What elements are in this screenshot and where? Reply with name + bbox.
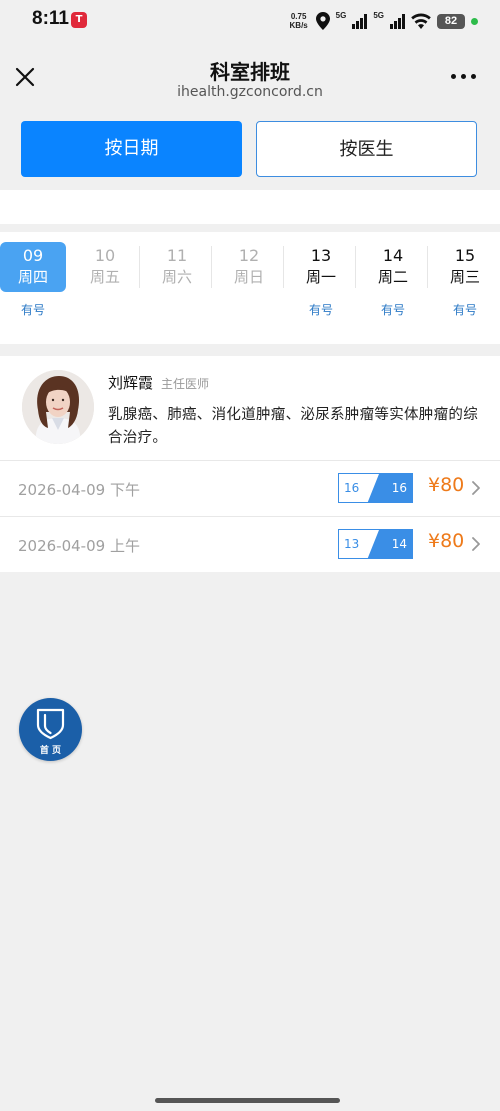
slot-total: 14 [391,537,407,551]
network-speed: 0.75 KB/s [288,12,310,30]
date-weekday: 周日 [233,268,264,286]
view-mode-tabs: 按日期 按医生 [0,108,500,190]
slot-price: ¥80 [428,474,465,496]
doctor-avatar[interactable] [22,370,94,444]
status-bar: 8:11 T 0.75 KB/s 5G 5G 82 [0,0,500,42]
home-button[interactable]: 首 页 [19,698,82,761]
slot-price: ¥80 [428,530,465,552]
tab-by-doctor[interactable]: 按医生 [256,121,477,177]
schedule-slot[interactable]: 2026-04-09 下午 16 16 ¥80 [0,460,500,516]
page-url: ihealth.gzconcord.cn [177,84,323,100]
date-weekday: 周四 [17,268,48,286]
date-item[interactable]: 09 周四有号 [0,242,66,322]
date-item: 11 周六 [144,242,210,322]
date-weekday: 周五 [89,268,120,286]
blank-strip [0,190,500,224]
date-item-box: 11 周六 [144,242,210,292]
wifi-icon [411,13,431,29]
sim2-network-label: 5G [373,10,384,20]
slot-remaining: 16 [344,481,360,495]
slot-quota-badge: 13 14 [338,529,413,559]
date-day-number: 11 [166,246,188,265]
date-availability: 有号 [452,303,477,317]
date-separator [355,246,356,288]
date-day-number: 14 [382,246,404,265]
schedule-slot[interactable]: 2026-04-09 上午 13 14 ¥80 [0,516,500,572]
date-separator [139,246,140,288]
date-item-box: 12 周日 [216,242,282,292]
slot-remaining: 13 [344,537,360,551]
date-weekday: 周六 [161,268,192,286]
network-speed-unit: KB/s [289,21,308,30]
battery-icon: 82 [437,13,465,29]
date-weekday: 周二 [377,268,408,286]
date-item-box: 09 周四 [0,242,66,292]
date-item[interactable]: 14 周二有号 [360,242,426,322]
date-selector: 09 周四有号 10 周五 11 周六 12 周日 13 周一有号 14 周二有号 15 周三有号 [0,232,500,344]
doctor-title: 主任医师 [161,377,210,391]
slot-datetime: 2026-04-09 上午 [18,537,140,555]
date-item-box: 13 周一 [288,242,354,292]
signal-bars-sim1-icon [352,13,368,29]
date-availability: 有号 [308,303,333,317]
date-item-box: 15 周三 [432,242,498,292]
home-button-label: 首 页 [39,746,62,756]
page-title: 科室排班 [210,60,290,84]
more-options-icon[interactable] [451,74,476,79]
date-day-number: 10 [94,246,116,265]
date-separator [283,246,284,288]
home-indicator [155,1098,340,1103]
date-day-number: 15 [454,246,476,265]
doctor-description: 乳腺癌、肺癌、消化道肿瘤、泌尿系肿瘤等实体肿瘤的综合治疗。 [108,407,478,446]
date-item[interactable]: 13 周一有号 [288,242,354,322]
date-availability: 有号 [380,303,405,317]
slot-datetime: 2026-04-09 下午 [18,481,140,499]
sim1-network-label: 5G [335,10,347,20]
nav-bar: 科室排班 ihealth.gzconcord.cn [0,42,500,108]
date-availability: 有号 [20,303,45,317]
date-item: 10 周五 [72,242,138,322]
date-separator [427,246,428,288]
date-item: 12 周日 [216,242,282,322]
notification-app-icon: T [71,12,87,28]
status-icons: 0.75 KB/s 5G 5G 82 [288,10,478,32]
date-separator [211,246,212,288]
doctor-card: 刘辉霞 主任医师 乳腺癌、肺癌、消化道肿瘤、泌尿系肿瘤等实体肿瘤的综合治疗。 2… [0,356,500,572]
date-item-box: 14 周二 [360,242,426,292]
status-time: 8:11 [32,8,69,29]
slot-quota-badge: 16 16 [338,473,413,503]
date-day-number: 13 [310,246,332,265]
shield-logo-icon [36,708,65,740]
slot-total: 16 [391,481,407,495]
chevron-right-icon [472,537,480,551]
date-day-number: 09 [22,246,44,265]
privacy-indicator-dot [471,17,478,25]
chevron-right-icon [472,481,480,495]
doctor-name: 刘辉霞 [108,374,154,392]
tab-by-date[interactable]: 按日期 [21,121,242,177]
date-weekday: 周三 [449,268,480,286]
signal-bars-sim2-icon [390,13,405,29]
location-icon [315,12,330,30]
date-weekday: 周一 [305,268,336,286]
date-day-number: 12 [238,246,260,265]
date-item-box: 10 周五 [72,242,138,292]
date-item[interactable]: 15 周三有号 [432,242,498,322]
network-speed-value: 0.75 [290,12,307,21]
